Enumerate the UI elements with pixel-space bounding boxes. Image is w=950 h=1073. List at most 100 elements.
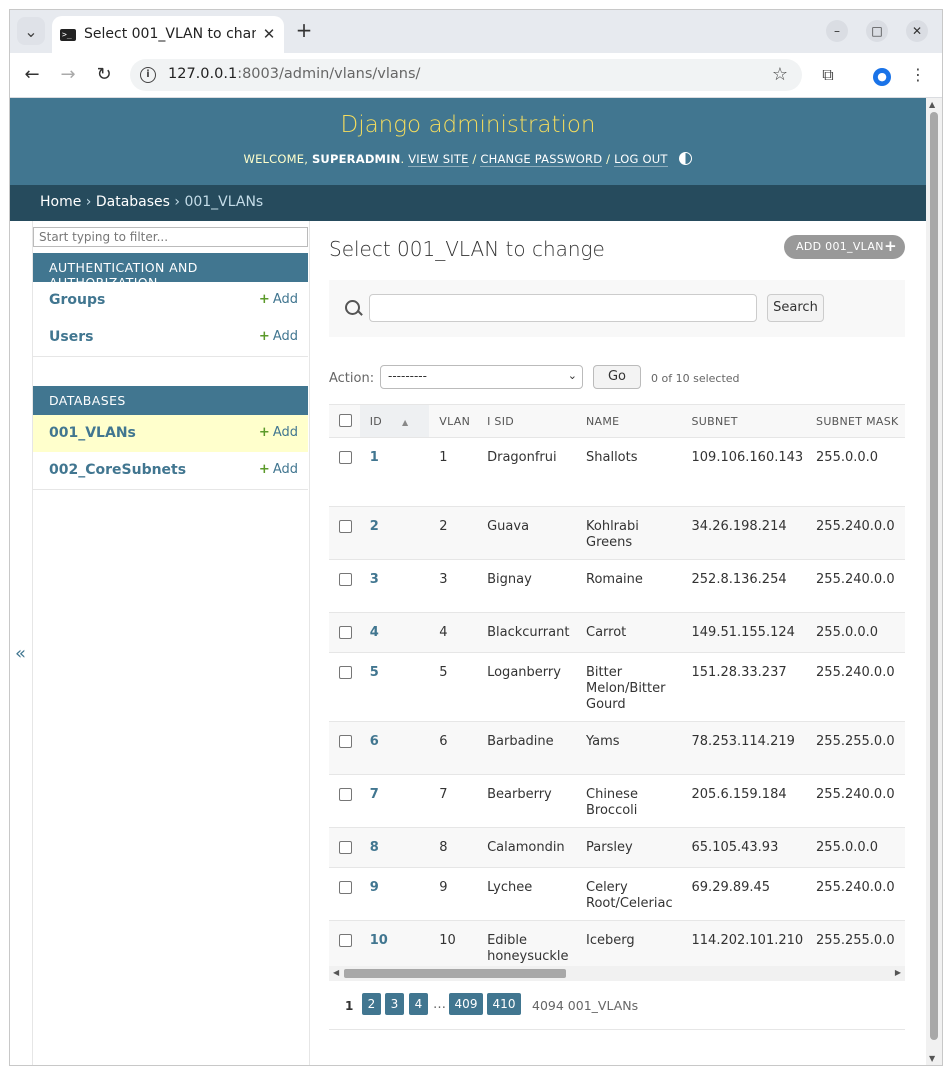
go-button[interactable]: Go: [593, 365, 641, 389]
page-title: Select 001_VLAN to change: [329, 237, 605, 261]
theme-toggle-icon[interactable]: [679, 152, 693, 165]
back-arrow-icon[interactable]: ←: [20, 63, 44, 87]
active-tab[interactable]: >_ Select 001_VLAN to change ✕: [52, 16, 284, 53]
add-vlan-link[interactable]: + Add: [259, 425, 298, 440]
add-vlan-button[interactable]: ADD 001_VLAN +: [784, 235, 905, 259]
row-checkbox[interactable]: [329, 827, 360, 868]
scroll-left-icon[interactable]: ◀: [333, 968, 339, 977]
action-select[interactable]: --------- ⌄: [380, 365, 583, 389]
add-user-link[interactable]: + Add: [259, 329, 298, 344]
scroll-right-icon[interactable]: ▶: [895, 968, 901, 977]
table-row[interactable]: 6 6 Barbadine Yams 78.253.114.219 255.255.0.0: [329, 721, 905, 775]
select-all-checkbox[interactable]: [329, 404, 360, 438]
tab-search-chevron-icon[interactable]: ⌄: [17, 17, 45, 45]
extensions-puzzle-icon[interactable]: ⧉: [816, 63, 840, 87]
table-row[interactable]: 8 8 Calamondin Parsley 65.105.43.93 255.0.0.0: [329, 827, 905, 868]
view-site-link[interactable]: VIEW SITE: [408, 152, 469, 167]
column-header-name[interactable]: NAME: [576, 404, 682, 438]
row-id-link[interactable]: 8: [370, 840, 379, 855]
table-row[interactable]: 2 2 Guava Kohlrabi Greens 34.26.198.214 255.2…: [329, 506, 905, 560]
add-plus-icon: +: [258, 462, 270, 477]
nav-filter-input[interactable]: Start typing to filter...: [33, 227, 308, 247]
sidebar-item-groups[interactable]: Groups + Add: [33, 282, 308, 320]
scroll-up-icon[interactable]: ▲: [929, 100, 935, 109]
page-link-3[interactable]: 3: [385, 993, 404, 1015]
horizontal-scrollbar[interactable]: ◀ ▶: [329, 966, 905, 981]
row-id-link[interactable]: 3: [370, 572, 379, 587]
row-id-link[interactable]: 10: [370, 933, 388, 948]
row-checkbox[interactable]: [329, 559, 360, 613]
add-group-link[interactable]: + Add: [259, 292, 298, 307]
scroll-thumb[interactable]: [344, 969, 566, 978]
vertical-scrollbar[interactable]: ▲ ▼: [926, 98, 942, 1065]
row-checkbox[interactable]: [329, 774, 360, 828]
row-checkbox[interactable]: [329, 437, 360, 507]
table-row[interactable]: 9 9 Lychee Celery Root/Celeriac 69.29.89.45 2…: [329, 867, 905, 921]
table-row[interactable]: 5 5 Loganberry Bitter Melon/Bitter Gourd 151…: [329, 652, 905, 722]
row-id-link[interactable]: 2: [370, 519, 379, 534]
table-row[interactable]: 10 10 Edible honeysuckle Iceberg 114.202.101…: [329, 920, 905, 966]
tab-close-icon[interactable]: ✕: [260, 25, 278, 43]
address-bar[interactable]: i 127.0.0.1:8003/admin/vlans/vlans/ ☆: [130, 59, 802, 91]
row-checkbox[interactable]: [329, 652, 360, 722]
add-coresubnet-link[interactable]: + Add: [259, 462, 298, 477]
window-close-icon[interactable]: ✕: [906, 20, 928, 42]
new-tab-plus-icon[interactable]: +: [293, 20, 315, 42]
breadcrumb-home[interactable]: Home: [40, 194, 81, 210]
sidebar-item-label[interactable]: 001_VLANs: [49, 425, 136, 441]
sidebar-item-users[interactable]: Users + Add: [33, 319, 308, 357]
search-button[interactable]: Search: [767, 294, 824, 322]
collapse-sidebar-icon[interactable]: «: [15, 643, 26, 664]
page-link-409[interactable]: 409: [449, 993, 483, 1015]
sidebar-item-label[interactable]: Users: [49, 329, 93, 345]
row-id-link[interactable]: 9: [370, 880, 379, 895]
sidebar-item-label[interactable]: Groups: [49, 292, 105, 308]
module-header-databases[interactable]: DATABASES: [33, 386, 308, 415]
scroll-down-icon[interactable]: ▼: [929, 1054, 935, 1063]
search-input[interactable]: [369, 294, 757, 322]
column-header-isid[interactable]: I SID: [477, 404, 576, 438]
bookmark-star-icon[interactable]: ☆: [772, 64, 788, 85]
row-id-link[interactable]: 4: [370, 625, 379, 640]
row-checkbox[interactable]: [329, 920, 360, 966]
maximize-icon[interactable]: □: [866, 20, 888, 42]
column-header-vlan[interactable]: VLAN: [429, 404, 478, 438]
page-link-410[interactable]: 410: [487, 993, 521, 1015]
cell-isid: Blackcurrant: [477, 612, 576, 653]
log-out-link[interactable]: LOG OUT: [614, 152, 668, 167]
row-checkbox[interactable]: [329, 612, 360, 653]
row-id-link[interactable]: 6: [370, 734, 379, 749]
site-info-icon[interactable]: i: [140, 67, 156, 83]
row-id-link[interactable]: 7: [370, 787, 379, 802]
column-header-subnet[interactable]: SUBNET: [681, 404, 807, 438]
row-checkbox[interactable]: [329, 506, 360, 560]
scroll-thumb[interactable]: [930, 112, 938, 1040]
sidebar-item-label[interactable]: 002_CoreSubnets: [49, 462, 186, 478]
row-checkbox[interactable]: [329, 867, 360, 921]
column-header-subnet-mask[interactable]: SUBNET MASK: [806, 404, 905, 438]
row-id-link[interactable]: 1: [370, 450, 379, 465]
cell-subnet: 149.51.155.124: [681, 612, 807, 653]
module-header-auth[interactable]: AUTHENTICATION AND AUTHORIZATION: [33, 253, 308, 290]
change-password-link[interactable]: CHANGE PASSWORD: [480, 152, 603, 167]
forward-arrow-icon[interactable]: →: [56, 63, 80, 87]
sort-asc-icon[interactable]: ▲: [402, 418, 408, 427]
table-row[interactable]: 7 7 Bearberry Chinese Broccoli 205.6.159.184…: [329, 774, 905, 828]
table-row[interactable]: 1 1 Dragonfrui Shallots 109.106.160.143 255.0…: [329, 437, 905, 507]
table-row[interactable]: 4 4 Blackcurrant Carrot 149.51.155.124 255.0.…: [329, 612, 905, 653]
reload-icon[interactable]: ↻: [92, 63, 116, 87]
breadcrumb-app[interactable]: Databases: [96, 194, 170, 210]
page-link-4[interactable]: 4: [409, 993, 428, 1015]
sidebar-toggle[interactable]: «: [10, 221, 33, 1065]
site-title[interactable]: Django administration: [10, 112, 926, 138]
row-checkbox[interactable]: [329, 721, 360, 775]
minimize-icon[interactable]: –: [826, 20, 848, 42]
browser-menu-icon[interactable]: ⋮: [906, 63, 930, 87]
table-row[interactable]: 3 3 Bignay Romaine 252.8.136.254 255.240.0.0: [329, 559, 905, 613]
column-header-id[interactable]: ID ▲: [359, 404, 430, 438]
sidebar-item-coresubnets[interactable]: 002_CoreSubnets + Add: [33, 452, 308, 490]
sidebar-item-vlans[interactable]: 001_VLANs + Add: [33, 415, 308, 453]
page-link-2[interactable]: 2: [362, 993, 381, 1015]
row-id-link[interactable]: 5: [370, 665, 379, 680]
profile-avatar-icon[interactable]: ●: [870, 63, 894, 87]
